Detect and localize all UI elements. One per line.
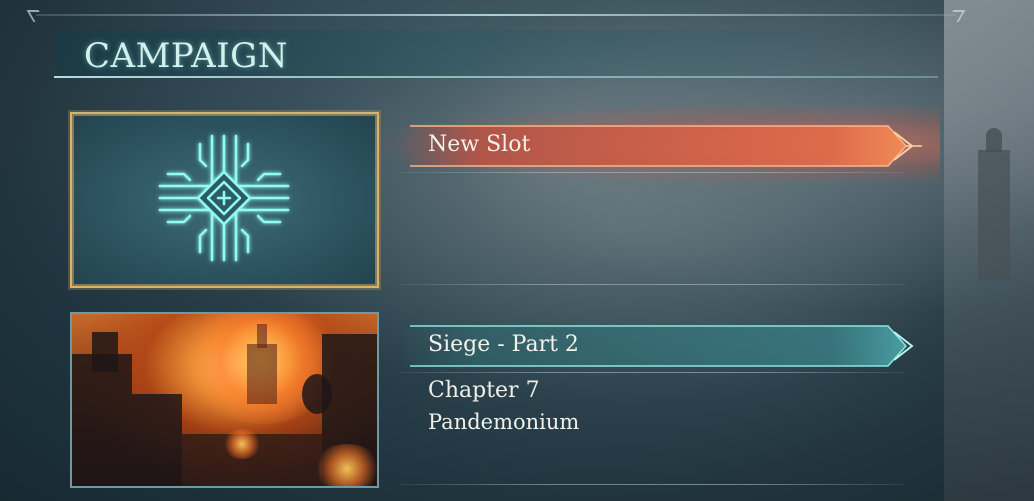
top-frame-line [36,14,956,16]
new-slot-thumbnail[interactable] [70,112,379,288]
new-slot-plus-circuit-icon [158,134,290,262]
row-divider [400,172,905,173]
new-slot-banner[interactable]: New Slot [400,122,922,170]
siege-slot-thumbnail[interactable] [70,312,379,488]
row-divider [400,372,905,373]
siege-slot-label: Siege - Part 2 [428,332,579,357]
chapter-label: Chapter 7 [428,378,540,403]
row-divider [400,484,905,485]
page-title: CAMPAIGN [84,36,289,76]
location-label: Pandemonium [428,410,580,434]
row-divider [400,284,905,285]
background-castle [944,0,1034,501]
new-slot-label: New Slot [428,132,531,157]
header-underline [54,76,938,78]
siege-slot-banner[interactable]: Siege - Part 2 [400,322,922,370]
